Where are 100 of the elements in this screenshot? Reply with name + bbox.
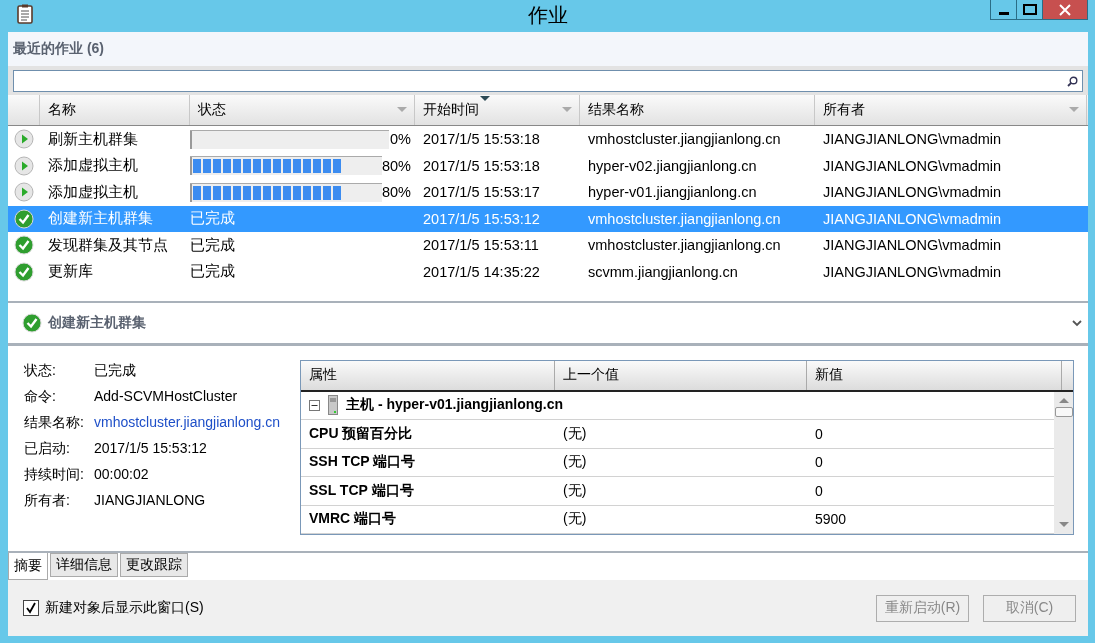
field-label: 所有者: bbox=[24, 492, 71, 510]
maximize-icon bbox=[1022, 4, 1037, 15]
checkbox[interactable] bbox=[23, 600, 39, 616]
table-cell-text: 已完成 bbox=[190, 235, 236, 255]
column-header[interactable]: 结果名称 bbox=[580, 95, 815, 125]
column-header[interactable]: 上一个值 bbox=[555, 361, 807, 390]
field-value: Add-SCVMHostCluster bbox=[94, 388, 239, 406]
table-cell-text: vmhostcluster.jiangjianlong.cn bbox=[587, 237, 782, 254]
table-cell-text: 发现群集及其节点 bbox=[47, 235, 169, 255]
column-header[interactable]: 属性 bbox=[301, 361, 555, 390]
checkbox-label: 新建对象后显示此窗口(S) bbox=[45, 599, 204, 617]
search-field[interactable] bbox=[13, 70, 1083, 92]
tab[interactable]: 摘要 bbox=[8, 553, 48, 580]
check-icon bbox=[22, 313, 42, 333]
field-value: JIANGJIANLONG bbox=[94, 492, 207, 510]
table-cell-text: 已完成 bbox=[190, 262, 236, 282]
scroll-thumb[interactable] bbox=[1055, 406, 1073, 417]
table-cell-text: JIANGJIANLONG\vmadmin bbox=[822, 131, 1003, 148]
field-label: 命令: bbox=[24, 388, 57, 406]
column-header[interactable]: 所有者 bbox=[815, 95, 1087, 125]
column-header[interactable]: 名称 bbox=[40, 95, 190, 125]
clipboard-icon bbox=[17, 4, 33, 24]
job-row[interactable]: 更新库 已完成 2017/1/5 14:35:22 scvmm.jiangjianlong.cn JIANGJIANLONG\vmadmin bbox=[8, 258, 1088, 285]
table-cell-text: JIANGJIANLONG\vmadmin bbox=[822, 157, 1003, 174]
play-icon bbox=[14, 182, 34, 203]
job-row[interactable]: 发现群集及其节点 已完成 2017/1/5 15:53:11 vmhostcluster.jiangjianlong.cn JIANGJIANLONG\vmadmin bbox=[8, 232, 1088, 259]
table-cell-text: JIANGJIANLONG\vmadmin bbox=[822, 237, 1003, 254]
table-cell-text: 添加虚拟主机 bbox=[47, 182, 139, 202]
table-cell-text: VMRC 端口号 bbox=[308, 510, 398, 529]
scrollbar[interactable] bbox=[1054, 391, 1073, 534]
check-icon bbox=[14, 208, 34, 229]
close-button[interactable] bbox=[1042, 0, 1088, 20]
result-link[interactable]: vmhostcluster.jiangjianlong.cn bbox=[94, 414, 292, 432]
scroll-up-icon[interactable] bbox=[1059, 397, 1069, 404]
play-icon bbox=[14, 155, 34, 176]
dropdown-icon[interactable] bbox=[562, 107, 572, 113]
close-icon bbox=[1059, 3, 1071, 16]
progress-reading: 80% bbox=[381, 184, 412, 201]
field-value: 已完成 bbox=[94, 362, 137, 380]
table-cell-text: vmhostcluster.jiangjianlong.cn bbox=[587, 210, 782, 227]
window-title: 作业 bbox=[527, 3, 569, 28]
sort-arrow-icon bbox=[480, 96, 490, 102]
table-cell-text: JIANGJIANLONG\vmadmin bbox=[822, 263, 1003, 280]
column-header[interactable]: 开始时间 bbox=[415, 95, 580, 125]
tab[interactable]: 详细信息 bbox=[50, 553, 118, 577]
check-icon bbox=[14, 235, 34, 256]
field-value: 2017/1/5 15:53:12 bbox=[94, 440, 208, 458]
collapse-icon[interactable] bbox=[309, 399, 320, 411]
field-label: 状态: bbox=[24, 362, 57, 380]
field-label: 结果名称: bbox=[24, 414, 85, 432]
search-icon bbox=[1067, 75, 1078, 87]
field-label: 已启动: bbox=[24, 440, 71, 458]
section-title: 最近的作业 (6) bbox=[8, 32, 1088, 66]
table-cell-text: 刷新主机群集 bbox=[47, 129, 139, 149]
table-cell-text: (无) bbox=[562, 453, 588, 472]
table-cell-text: vmhostcluster.jiangjianlong.cn bbox=[587, 131, 782, 148]
table-cell-text: hyper-v02.jiangjianlong.cn bbox=[587, 157, 758, 174]
progress-reading: 0% bbox=[390, 131, 412, 148]
scroll-down-icon[interactable] bbox=[1059, 522, 1069, 528]
table-cell-text: CPU 预留百分比 bbox=[308, 424, 414, 443]
dropdown-icon[interactable] bbox=[397, 107, 407, 113]
table-cell-text: JIANGJIANLONG\vmadmin bbox=[822, 184, 1003, 201]
job-row[interactable]: 添加虚拟主机 80% 2017/1/5 15:53:18 hyper-v02.jiangjianlong.cn JIANGJIANLONG\vmadmin bbox=[8, 152, 1088, 179]
dropdown-icon[interactable] bbox=[1069, 107, 1079, 113]
table-cell-text: 0 bbox=[814, 482, 824, 499]
server-icon bbox=[328, 395, 338, 416]
column-header[interactable]: 新值 bbox=[807, 361, 1062, 390]
tab[interactable]: 更改跟踪 bbox=[120, 553, 188, 577]
table-cell-text: 0 bbox=[814, 425, 824, 442]
table-cell-text: 2017/1/5 15:53:18 bbox=[422, 131, 541, 148]
minimize-button[interactable] bbox=[990, 0, 1017, 20]
table-cell-text: 2017/1/5 14:35:22 bbox=[422, 263, 541, 280]
table-cell-text: 2017/1/5 15:53:17 bbox=[422, 184, 541, 201]
job-row[interactable]: 添加虚拟主机 80% 2017/1/5 15:53:17 hyper-v01.jiangjianlong.cn JIANGJIANLONG\vmadmin bbox=[8, 179, 1088, 206]
progress-reading: 80% bbox=[381, 157, 412, 174]
table-cell-text: 2017/1/5 15:53:11 bbox=[422, 237, 540, 254]
play-icon bbox=[14, 129, 34, 150]
detail-title: 创建新主机群集 bbox=[48, 314, 146, 332]
table-cell-text: 0 bbox=[814, 454, 824, 471]
table-cell-text: hyper-v01.jiangjianlong.cn bbox=[587, 184, 758, 201]
table-cell-text: 5900 bbox=[814, 511, 848, 528]
table-cell-text: 更新库 bbox=[47, 262, 94, 282]
table-cell-text: (无) bbox=[562, 481, 588, 500]
column-header[interactable]: 状态 bbox=[190, 95, 415, 125]
table-cell-text: (无) bbox=[562, 424, 588, 443]
group-label: 主机 - hyper-v01.jiangjianlong.cn bbox=[346, 396, 564, 415]
table-cell-text: 2017/1/5 15:53:12 bbox=[422, 210, 541, 227]
table-cell-text: 2017/1/5 15:53:18 bbox=[422, 157, 541, 174]
field-value: 00:00:02 bbox=[94, 466, 150, 484]
field-label: 持续时间: bbox=[24, 466, 85, 484]
table-cell-text: 已完成 bbox=[190, 209, 236, 229]
job-row[interactable]: 刷新主机群集 0% 2017/1/5 15:53:18 vmhostcluster.jiangjianlong.cn JIANGJIANLONG\vmadmin bbox=[8, 126, 1088, 153]
table-cell-text: SSL TCP 端口号 bbox=[308, 481, 415, 500]
chevron-down-icon[interactable] bbox=[1072, 319, 1082, 327]
table-cell-text: (无) bbox=[562, 510, 588, 529]
table-cell-text: scvmm.jiangjianlong.cn bbox=[587, 263, 739, 280]
minimize-icon bbox=[998, 11, 1009, 15]
check-icon bbox=[14, 261, 34, 282]
table-cell-text: 添加虚拟主机 bbox=[47, 156, 139, 176]
table-cell-text: SSH TCP 端口号 bbox=[308, 453, 417, 472]
